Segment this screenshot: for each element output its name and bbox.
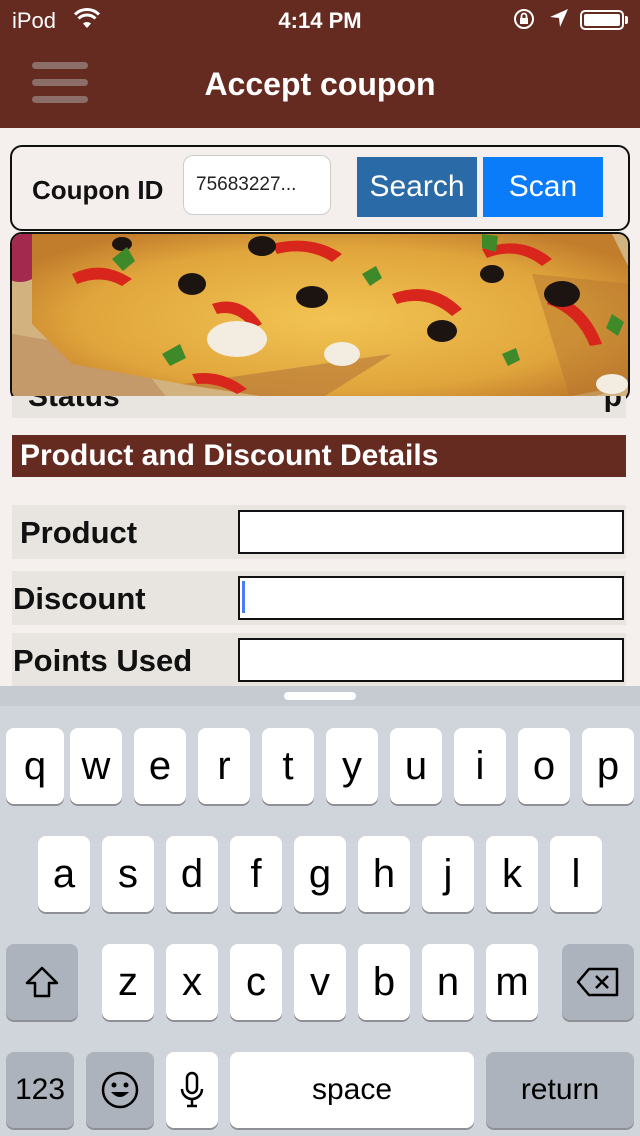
product-field[interactable] [238,510,624,554]
status-time: 4:14 PM [278,8,362,33]
section-header: Product and Discount Details [12,435,626,477]
page-title: Accept coupon [204,66,436,102]
points-used-row: Points Used [12,633,626,687]
microphone-icon[interactable] [166,1052,218,1128]
discount-row: Discount [12,571,626,625]
coupon-search-panel: Coupon ID Search Scan [10,145,630,231]
product-row: Product [12,505,626,559]
key-d[interactable]: d [166,836,218,912]
discount-field[interactable] [238,576,624,620]
key-k[interactable]: k [486,836,538,912]
on-screen-keyboard: q w e r t y u i o p a s d f g h j k l z … [0,686,640,1136]
numbers-key[interactable]: 123 [6,1052,74,1128]
rotation-lock-icon [512,7,536,37]
key-t[interactable]: t [262,728,314,804]
key-y[interactable]: y [326,728,378,804]
key-e[interactable]: e [134,728,186,804]
status-row: Status p [12,396,626,418]
search-button[interactable]: Search [357,157,477,217]
emoji-icon[interactable] [86,1052,154,1128]
status-label: Status [28,396,120,413]
status-bar: iPod 4:14 PM [0,0,640,40]
battery-icon [580,10,624,30]
key-s[interactable]: s [102,836,154,912]
key-u[interactable]: u [390,728,442,804]
key-x[interactable]: x [166,944,218,1020]
key-p[interactable]: p [582,728,634,804]
key-h[interactable]: h [358,836,410,912]
location-arrow-icon [548,7,570,35]
key-m[interactable]: m [486,944,538,1020]
points-used-label: Points Used [13,643,193,678]
status-value: p [603,396,622,413]
key-j[interactable]: j [422,836,474,912]
keyboard-handle[interactable] [284,692,356,700]
key-o[interactable]: o [518,728,570,804]
key-f[interactable]: f [230,836,282,912]
scan-button[interactable]: Scan [483,157,603,217]
coupon-id-input[interactable] [183,155,331,215]
points-used-field[interactable] [238,638,624,682]
top-bar: iPod 4:14 PM Accept coupon [0,0,640,128]
text-cursor [242,581,245,613]
discount-label: Discount [13,581,146,616]
key-v[interactable]: v [294,944,346,1020]
shift-icon[interactable] [6,944,78,1020]
key-n[interactable]: n [422,944,474,1020]
space-key[interactable]: space [230,1052,474,1128]
battery-tip [625,16,628,24]
key-a[interactable]: a [38,836,90,912]
return-key[interactable]: return [486,1052,634,1128]
pizza-banner-image [10,232,630,402]
key-l[interactable]: l [550,836,602,912]
key-i[interactable]: i [454,728,506,804]
product-label: Product [20,515,138,550]
key-g[interactable]: g [294,836,346,912]
key-c[interactable]: c [230,944,282,1020]
coupon-id-label: Coupon ID [32,175,164,205]
backspace-icon[interactable] [562,944,634,1020]
key-b[interactable]: b [358,944,410,1020]
key-z[interactable]: z [102,944,154,1020]
key-r[interactable]: r [198,728,250,804]
key-w[interactable]: w [70,728,122,804]
key-q[interactable]: q [6,728,64,804]
